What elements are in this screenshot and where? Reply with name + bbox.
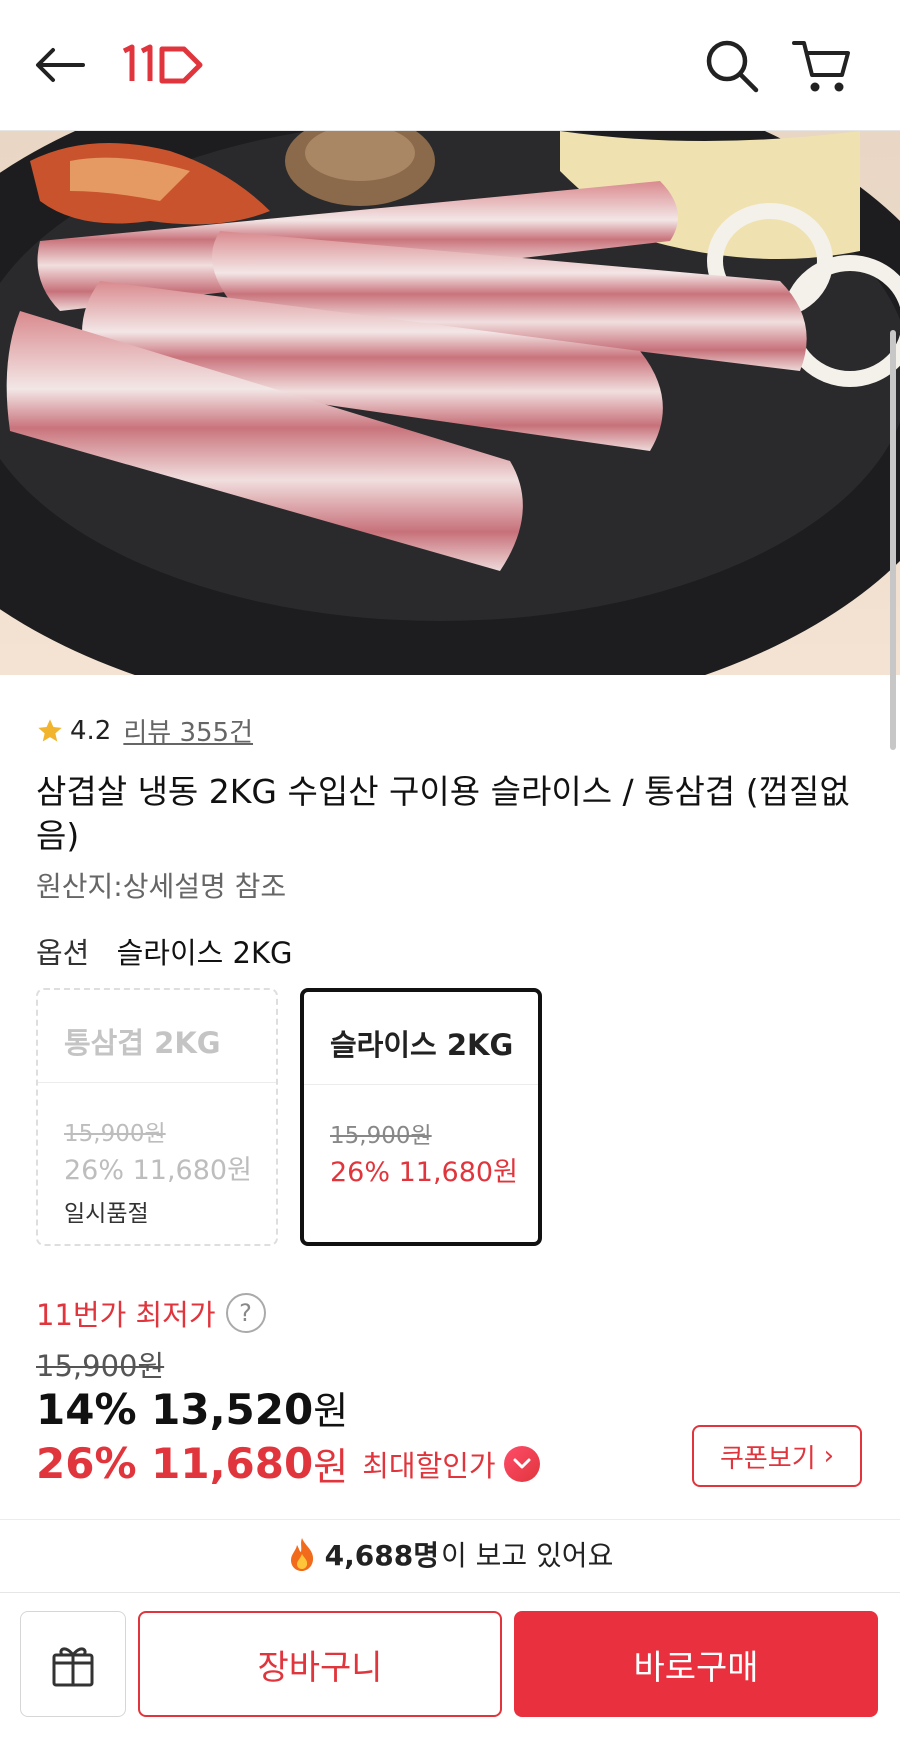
option-name: 통삼겹 2KG [64,1026,221,1060]
top-header [0,0,900,131]
add-to-cart-button[interactable]: 장바구니 [138,1611,502,1717]
viewers-count: 4,688명 [324,1539,439,1572]
scrollbar[interactable] [890,330,896,750]
coupon-button-label: 쿠폰보기 [719,1443,816,1474]
search-button[interactable] [700,34,764,98]
fire-icon [290,1538,313,1571]
option-row: 옵션 슬라이스 2KG [36,930,292,972]
option-soldout-status: 일시품절 [64,1201,149,1227]
lowest-price-text: 11번가 최저가 [36,1298,216,1332]
option-selected-value: 슬라이스 2KG [116,936,293,970]
product-title: 삼겹살 냉동 2KG 수입산 구이용 슬라이스 / 통삼겹 (껍질없음) [36,772,850,855]
rating-row: 4.2 리뷰 355건 [36,712,253,749]
pork-belly-photo [0,131,900,675]
eleven-street-logo [122,44,203,84]
option-card-sliced[interactable]: 슬라이스 2KG 15,900원 26% 11,680원 [300,988,542,1246]
option-sale-price: 26% 11,680원 [64,1155,252,1186]
option-divider [304,1084,538,1085]
option-original-price: 15,900원 [64,1121,166,1147]
arrow-left-icon [36,48,85,82]
discount-price-amount: 14% 13,520 [36,1385,314,1434]
section-divider [0,1519,900,1520]
discount-price-won: 원 [313,1389,349,1433]
cart-icon [792,41,850,92]
chevron-down-icon[interactable] [503,1445,540,1482]
option-divider [38,1082,276,1083]
max-discount-price: 26% 11,680 [36,1439,314,1488]
option-name: 슬라이스 2KG [330,1028,514,1062]
option-card-whole-belly[interactable]: 통삼겹 2KG 15,900원 26% 11,680원 일시품절 [36,988,278,1246]
search-icon [706,40,759,93]
review-count-link[interactable]: 리뷰 355건 [123,712,253,749]
viewers-text: 이 보고 있어요 [440,1539,614,1572]
product-image[interactable] [0,131,900,675]
rating-value: 4.2 [70,715,112,746]
buy-now-button[interactable]: 바로구매 [514,1611,878,1717]
gift-icon [52,1647,94,1687]
chevron-right-icon: › [823,1441,835,1471]
max-discount-label: 최대할인가 [362,1448,496,1483]
star-icon [38,718,62,741]
view-coupon-button[interactable]: 쿠폰보기 › [692,1425,862,1487]
gift-button[interactable] [20,1611,126,1717]
viewers-banner: 4,688명 이 보고 있어요 [0,1524,900,1584]
bottom-action-bar: 장바구니 바로구매 [0,1592,900,1753]
back-button[interactable] [30,40,90,90]
lowest-price-label: 11번가 최저가 ? [36,1292,266,1334]
option-original-price: 15,900원 [330,1123,432,1149]
option-label: 옵션 [36,936,90,970]
max-discount-row: 26% 11,680 원 최대할인가 [36,1436,540,1491]
option-sale-price: 26% 11,680원 [330,1157,518,1188]
cart-button[interactable] [786,34,856,98]
discount-price: 14% 13,520원 [36,1380,348,1435]
max-discount-won: 원 [313,1445,349,1489]
home-logo[interactable] [118,40,208,90]
help-icon[interactable]: ? [225,1293,266,1333]
original-price: 15,900원 [36,1349,165,1383]
origin-text: 원산지:상세설명 참조 [36,870,287,903]
